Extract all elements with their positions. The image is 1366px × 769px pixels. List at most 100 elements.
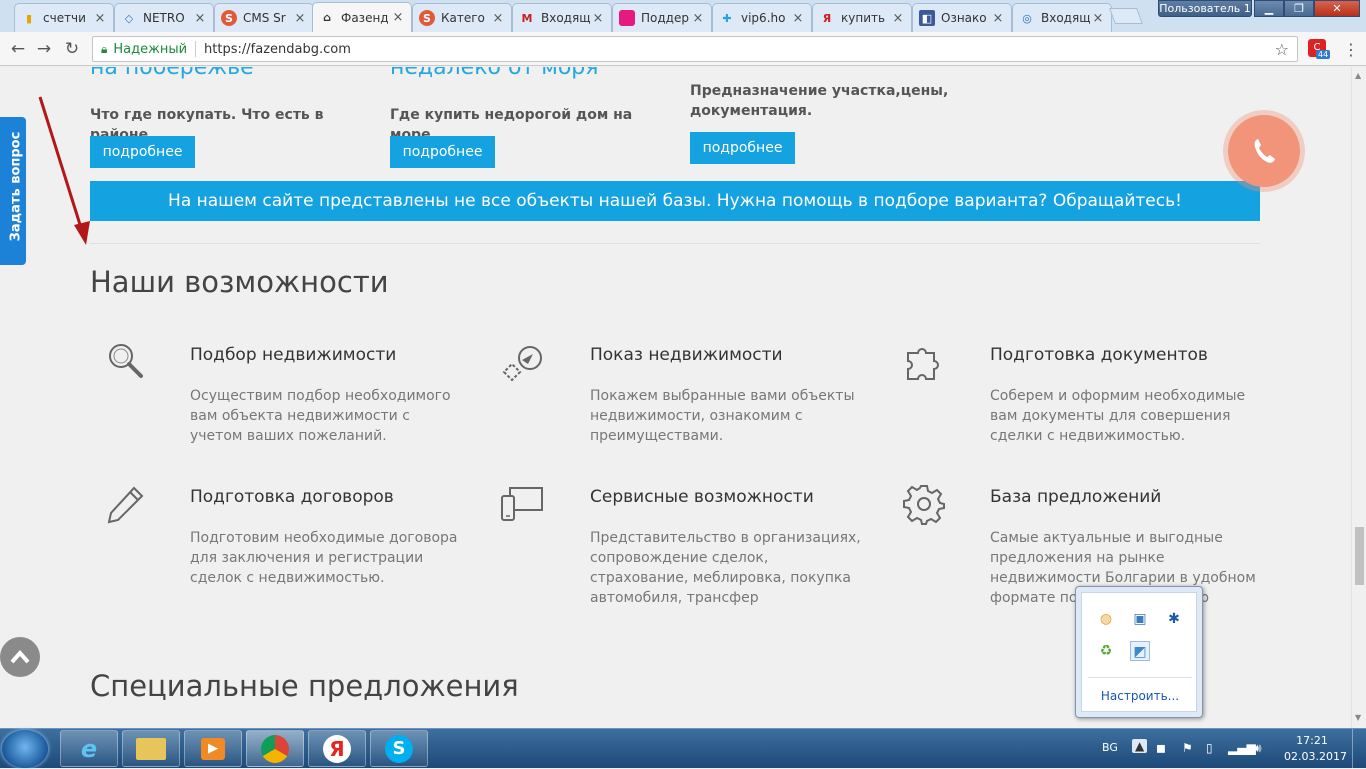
chevron-up-icon [10,650,30,664]
section-link-cut-2[interactable]: недалеко от моря [390,67,598,80]
tray-network-icon[interactable]: ▣ [1130,609,1150,629]
close-tab-icon[interactable]: × [193,11,207,26]
tab-label: Входящ [1041,11,1091,25]
tab-5[interactable]: S Катего × [412,3,512,32]
help-banner[interactable]: На нашем сайте представлены не все объек… [90,181,1260,221]
show-hidden-icons-icon[interactable]: ▲ [1132,739,1148,753]
tab-2[interactable]: ◇ NETRO × [114,3,214,32]
features-title: Наши возможности [90,265,389,299]
close-tab-icon[interactable]: × [293,11,307,26]
omnibox[interactable]: 🔒︎ Надежный https://fazendabg.com ☆ [92,36,1298,62]
ie-icon: e [80,734,98,763]
show-desktop-button[interactable] [1352,729,1366,769]
arrows-favicon-icon: ✚ [722,11,732,25]
more-button-1[interactable]: подробнее [90,136,195,168]
more-button-2[interactable]: подробнее [390,136,495,168]
taskbar-skype[interactable]: S [370,730,428,767]
volume-icon[interactable]: 🔊︎ [1254,741,1262,756]
tab-label: купить [841,11,886,25]
skype-icon: S [385,734,413,763]
close-tab-icon[interactable]: × [991,11,1005,26]
start-button[interactable] [2,730,48,768]
close-tab-icon[interactable]: × [891,11,905,26]
device-icon[interactable]: ▯ [1206,741,1213,755]
url-text[interactable]: https://fazendabg.com [204,42,351,57]
omnibox-divider [195,41,197,57]
more-button-3[interactable]: подробнее [690,132,795,164]
gear-icon [903,485,945,525]
tray-sync-icon[interactable]: ♻ [1096,641,1116,661]
tray-tool-icon[interactable]: ◩ [1130,641,1150,661]
taskbar-chrome[interactable] [246,730,304,767]
ask-question-tab[interactable]: Задать вопрос [0,117,26,265]
tab-label: Поддер [641,11,689,25]
yandex-favicon-icon: Я [822,11,832,25]
close-tab-icon[interactable]: × [791,11,805,26]
profile-button[interactable]: Пользователь 1 [1158,0,1252,17]
tab-8[interactable]: ✚ vip6.ho × [712,3,812,32]
action-center-flag-icon[interactable]: ⚑ [1182,741,1193,755]
scroll-down-icon[interactable]: ▼ [1355,713,1361,722]
reload-button[interactable]: ↻ [62,40,82,58]
brush-icon [502,346,542,382]
forward-button[interactable]: → [34,40,54,58]
page-scrollbar[interactable]: ▲ ▼ [1351,67,1366,728]
close-tab-icon[interactable]: × [591,11,605,26]
tray-app-icon[interactable]: ◍ [1096,609,1116,629]
tray-windows-icon[interactable]: ◼ [1156,741,1166,755]
minimize-button[interactable]: ▁ [1254,0,1284,17]
feature-title-4: Подготовка договоров [190,487,394,507]
pink-favicon-icon [619,10,635,26]
tab-9[interactable]: Я купить × [812,3,912,32]
bookmark-star-icon[interactable]: ☆ [1275,40,1289,59]
scrollbar-thumb[interactable] [1355,527,1364,585]
close-tab-icon[interactable]: × [391,10,405,25]
close-tab-icon[interactable]: × [93,11,107,26]
puzzle-icon [907,348,939,380]
taskbar: e ▶ Я S BG ▲ ◼ ⚑ ▯ ▂▄▆ 🔊︎ 17:21 02.03.20… [0,728,1366,769]
scroll-to-top-button[interactable] [0,637,40,677]
tab-7[interactable]: Поддер × [612,3,712,32]
taskbar-explorer[interactable] [122,730,180,767]
back-button[interactable]: ← [8,40,28,58]
tab-6[interactable]: M Входящ × [512,3,612,32]
tab-4-active[interactable]: ⌂ Фазенд × [312,2,412,32]
close-window-button[interactable]: ✕ [1314,0,1360,17]
gmail-favicon-icon: M [521,11,533,25]
taskbar-ie[interactable]: e [60,730,118,767]
language-indicator[interactable]: BG [1102,741,1118,754]
system-clock[interactable]: 17:21 02.03.2017 [1284,733,1347,765]
media-icon: ▶ [201,737,225,760]
blue-favicon-icon: ◧ [919,10,935,26]
customize-link[interactable]: Настроить... [1082,689,1198,703]
close-tab-icon[interactable]: × [691,11,705,26]
annotation-arrow-icon [38,96,90,245]
new-tab-button[interactable] [1109,8,1143,24]
tab-3[interactable]: S CMS Sr × [214,3,314,32]
home-favicon-icon: ⌂ [323,11,331,24]
tab-label: Катего [441,11,485,25]
taskbar-yandex[interactable]: Я [308,730,366,767]
chart-favicon-icon: ▮ [25,11,33,25]
network-signal-icon[interactable]: ▂▄▆ [1228,741,1256,755]
feature-title-1: Подбор недвижимости [190,345,397,365]
maximize-button[interactable]: ❐ [1284,0,1314,17]
callback-button[interactable] [1228,115,1300,187]
menu-dots-icon[interactable]: ⋮ [1343,40,1359,59]
close-tab-icon[interactable]: × [1091,11,1105,26]
diamond-favicon-icon: ◇ [124,11,134,25]
tab-11[interactable]: ◎ Входящ × [1012,3,1112,32]
taskbar-media-player[interactable]: ▶ [184,730,242,767]
scroll-up-icon[interactable]: ▲ [1355,71,1361,80]
feature-title-2: Показ недвижимости [590,345,783,365]
section-link-cut-1[interactable]: на побережье [90,67,254,80]
tab-label: Фазенд [341,10,389,25]
tab-10[interactable]: ◧ Ознако × [912,3,1012,32]
clock-date: 02.03.2017 [1284,750,1347,763]
close-tab-icon[interactable]: × [491,11,505,26]
feature-title-6: База предложений [990,487,1162,507]
tab-1[interactable]: ▮ счетчи × [14,3,114,32]
tab-label: vip6.ho [741,11,786,25]
extension-badge: 44 [1316,50,1331,59]
bluetooth-icon[interactable]: ✱ [1164,609,1184,629]
